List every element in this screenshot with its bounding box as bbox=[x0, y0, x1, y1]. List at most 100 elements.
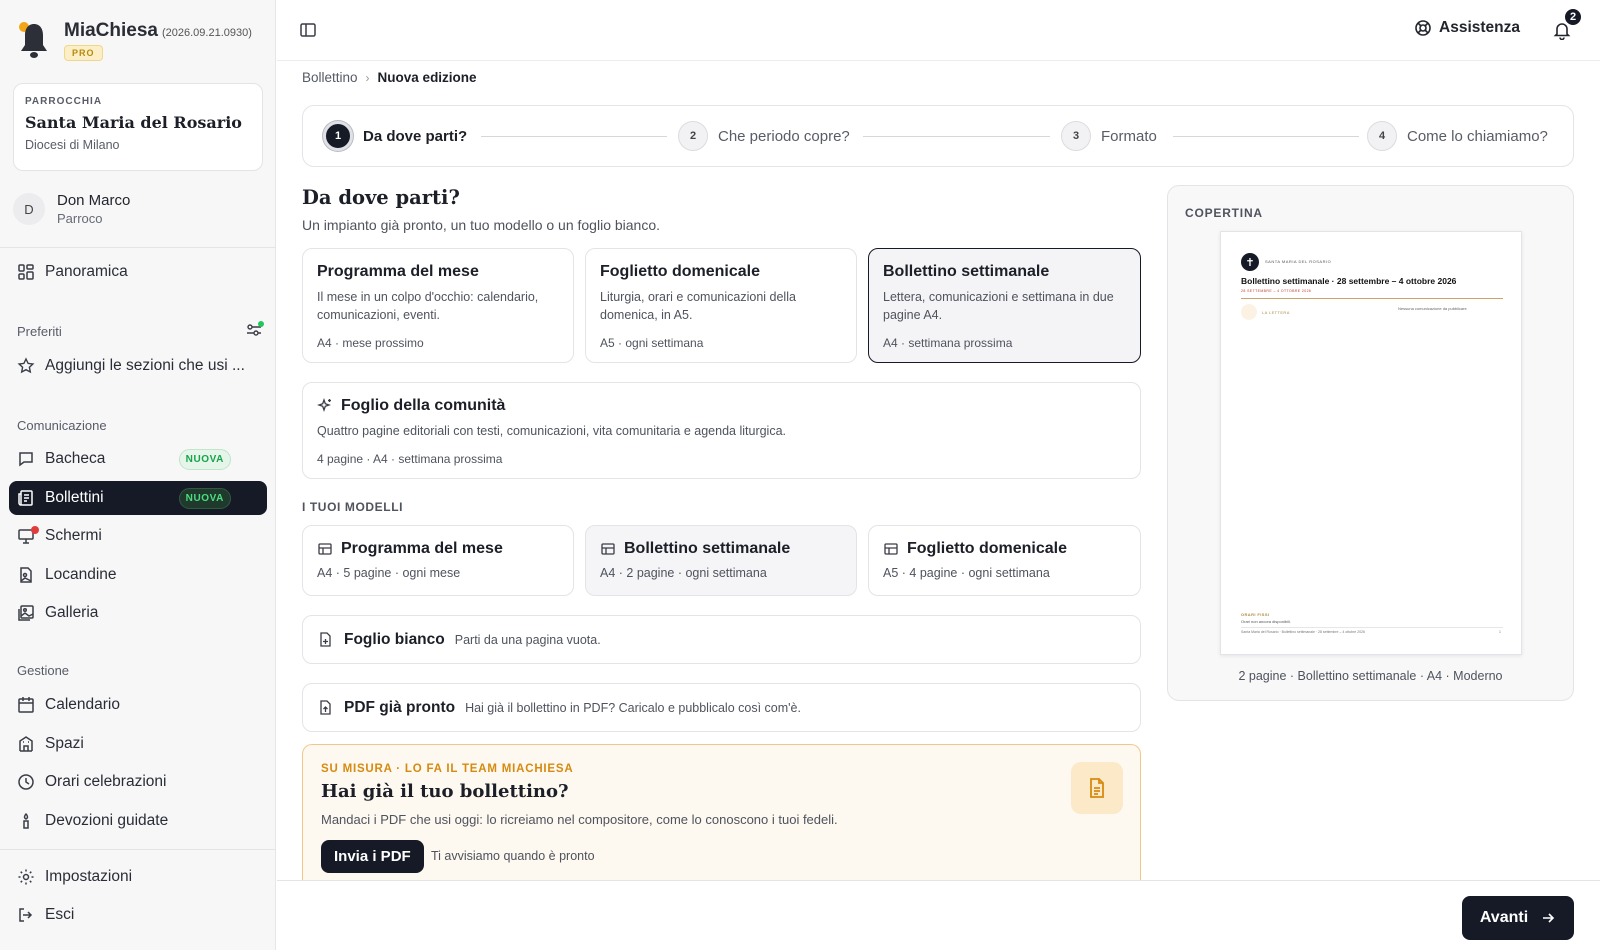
step-2[interactable]: 2 Che periodo copre? bbox=[678, 121, 850, 151]
customize-favorites-icon[interactable] bbox=[245, 321, 265, 339]
doc-rule bbox=[1241, 298, 1503, 299]
nav-gallery-label: Galleria bbox=[45, 604, 99, 621]
message-icon bbox=[19, 452, 33, 467]
sparkle-icon bbox=[317, 398, 331, 412]
step-label: Come lo chiamiamo? bbox=[1407, 127, 1548, 145]
nav-posters-label: Locandine bbox=[45, 566, 117, 583]
nav-logout[interactable]: Esci bbox=[9, 898, 267, 932]
promo-desc: Mandaci i PDF che usi oggi: lo ricreiamo… bbox=[321, 812, 838, 827]
nav-board-label: Bacheca bbox=[45, 450, 106, 467]
send-pdf-button[interactable]: Invia i PDF bbox=[321, 840, 424, 873]
doc-footer-rule bbox=[1241, 627, 1503, 628]
nav-bulletins[interactable]: Bollettini NUOVA bbox=[9, 481, 267, 515]
pdf-upload-option[interactable]: PDF già pronto Hai già il bollettino in … bbox=[302, 683, 1141, 732]
nav-celebrations[interactable]: Orari celebrazioni bbox=[9, 765, 267, 799]
doc-hours: ORARI FISSI bbox=[1241, 612, 1270, 617]
card-meta: A4 · settimana prossima bbox=[883, 336, 1013, 350]
help-button[interactable]: Assistenza bbox=[1414, 19, 1520, 37]
card-title: Foglietto domenicale bbox=[907, 540, 1068, 557]
sidebar-toggle-icon[interactable] bbox=[299, 21, 317, 39]
nav-board[interactable]: Bacheca NUOVA bbox=[9, 442, 267, 476]
card-desc: Liturgia, orari e comunicazioni della do… bbox=[600, 290, 796, 322]
option-desc: Parti da una pagina vuota. bbox=[454, 632, 601, 647]
next-label: Avanti bbox=[1479, 909, 1529, 926]
section-subtitle: Un impianto già pronto, un tuo modello o… bbox=[302, 217, 661, 233]
favorites-title: Preferiti bbox=[17, 324, 62, 339]
parish-name: Santa Maria del Rosario bbox=[25, 113, 242, 132]
topbar: Assistenza 2 bbox=[277, 0, 1600, 61]
step-connector bbox=[1173, 136, 1359, 137]
card-meta: A4 · 2 pagine · ogni settimana bbox=[600, 566, 767, 580]
option-desc: Hai già il bollettino in PDF? Caricalo e… bbox=[465, 700, 801, 715]
card-meta: A4 · mese prossimo bbox=[317, 336, 424, 350]
brand[interactable]: MiaChiesa (2026.09.21.0930) PRO bbox=[16, 20, 252, 61]
nav-add-favorites[interactable]: Aggiungi le sezioni che usi ... bbox=[9, 349, 267, 383]
nav-calendar[interactable]: Calendario bbox=[9, 688, 267, 722]
cross-logo-icon: ✝ bbox=[1241, 253, 1259, 271]
sidebar: MiaChiesa (2026.09.21.0930) PRO PARROCCHI… bbox=[0, 0, 276, 950]
step-4[interactable]: 4 Come lo chiamiamo? bbox=[1367, 121, 1548, 151]
parish-kicker: PARROCCHIA bbox=[25, 96, 103, 107]
next-button[interactable]: Avanti bbox=[1462, 896, 1574, 940]
nav-devotions-label: Devozioni guidate bbox=[45, 812, 169, 829]
nav-devotions[interactable]: Devozioni guidate bbox=[9, 804, 267, 838]
nav-calendar-label: Calendario bbox=[45, 696, 120, 713]
template-card[interactable]: Bollettino settimanale A4 · 2 pagine · o… bbox=[585, 525, 857, 596]
divider bbox=[0, 849, 276, 850]
footer-bar: Avanti bbox=[277, 880, 1600, 950]
section-title: Da dove parti? bbox=[302, 186, 460, 209]
card-meta: 4 pagine · A4 · settimana prossima bbox=[317, 452, 503, 466]
step-1[interactable]: 1 Da dove parti? bbox=[323, 121, 467, 151]
card-meta: A5 · 4 pagine · ogni settimana bbox=[883, 566, 1050, 580]
calendar-icon bbox=[18, 697, 34, 713]
template-card[interactable]: Foglietto domenicale A5 · 4 pagine · ogn… bbox=[868, 525, 1141, 596]
nav-posters[interactable]: Locandine bbox=[9, 558, 267, 592]
building-icon bbox=[19, 736, 33, 752]
preset-card-monthly[interactable]: Programma del mese Il mese in un colpo d… bbox=[302, 248, 574, 363]
promo-title: Hai già il tuo bollettino? bbox=[321, 781, 569, 802]
nav-screens-label: Schermi bbox=[45, 527, 102, 544]
step-label: Che periodo copre? bbox=[718, 127, 850, 145]
preset-card-sunday[interactable]: Foglietto domenicale Liturgia, orari e c… bbox=[585, 248, 857, 363]
layout-icon bbox=[318, 543, 332, 555]
parish-card[interactable]: PARROCCHIA Santa Maria del Rosario Dioce… bbox=[13, 83, 263, 171]
nav-overview[interactable]: Panoramica bbox=[9, 255, 267, 289]
preset-card-weekly[interactable]: Bollettino settimanale Lettera, comunica… bbox=[868, 248, 1141, 363]
card-title: Foglietto domenicale bbox=[600, 263, 761, 280]
cover-page[interactable]: ✝ SANTA MARIA DEL ROSARIO Bollettino set… bbox=[1220, 231, 1522, 655]
template-card[interactable]: Programma del mese A4 · 5 pagine · ogni … bbox=[302, 525, 574, 596]
chevron-right-icon: › bbox=[365, 70, 370, 85]
step-number: 4 bbox=[1367, 121, 1397, 151]
parish-diocese: Diocesi di Milano bbox=[25, 138, 120, 152]
card-title: Programma del mese bbox=[317, 263, 479, 280]
user-profile[interactable]: D Don Marco Parroco bbox=[13, 192, 130, 226]
user-role: Parroco bbox=[57, 211, 103, 226]
nav-gallery[interactable]: Galleria bbox=[9, 596, 267, 630]
blank-page-option[interactable]: Foglio bianco Parti da una pagina vuota. bbox=[302, 615, 1141, 664]
lifebuoy-icon bbox=[1415, 20, 1431, 36]
doc-parish: SANTA MARIA DEL ROSARIO bbox=[1265, 259, 1332, 264]
breadcrumb: Bollettino › Nuova edizione bbox=[302, 70, 477, 85]
promo-kicker: SU MISURA · LO FA IL TEAM MIACHIESA bbox=[321, 763, 574, 775]
community-card[interactable]: Foglio della comunità Quattro pagine edi… bbox=[302, 382, 1141, 479]
breadcrumb-parent[interactable]: Bollettino bbox=[302, 70, 358, 85]
doc-letter-dot bbox=[1241, 304, 1257, 320]
promo-note: Ti avvisiamo quando è pronto bbox=[431, 849, 595, 863]
doc-letter: LA LETTERA bbox=[1262, 310, 1290, 315]
logout-icon bbox=[19, 908, 33, 922]
nav-celebrations-label: Orari celebrazioni bbox=[45, 773, 167, 790]
nav-spaces-label: Spazi bbox=[45, 735, 84, 752]
nav-screens[interactable]: Schermi bbox=[9, 519, 267, 553]
app-version: (2026.09.21.0930) bbox=[161, 27, 252, 39]
card-desc: Quattro pagine editoriali con testi, com… bbox=[317, 424, 787, 438]
candle-icon bbox=[23, 812, 29, 829]
nav-spaces[interactable]: Spazi bbox=[9, 727, 267, 761]
stepper: 1 Da dove parti? 2 Che periodo copre? 3 … bbox=[302, 105, 1574, 167]
grid-icon bbox=[18, 264, 34, 280]
nav-bulletins-label: Bollettini bbox=[45, 489, 104, 506]
nav-settings[interactable]: Impostazioni bbox=[9, 860, 267, 894]
bell-logo-icon bbox=[19, 22, 47, 58]
doc-hours-note: Orari non ancora disponibili. bbox=[1241, 619, 1291, 624]
step-3[interactable]: 3 Formato bbox=[1061, 121, 1157, 151]
step-label: Formato bbox=[1101, 127, 1157, 145]
